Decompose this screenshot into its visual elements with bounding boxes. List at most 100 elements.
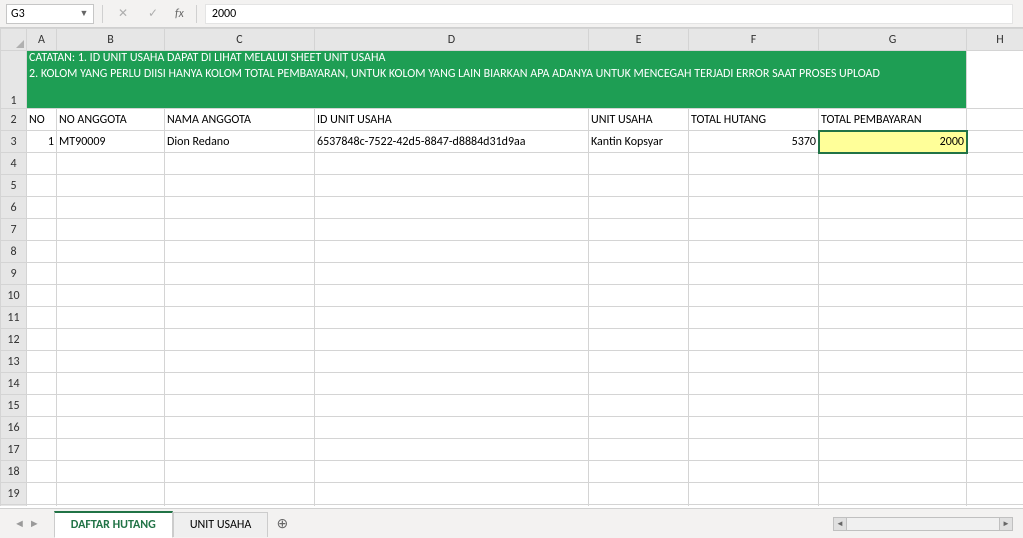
cell-id-unit-usaha[interactable]: 6537848c-7522-42d5-8847-d8884d31d9aa [315, 131, 589, 153]
cell[interactable] [165, 483, 315, 505]
cell[interactable] [589, 263, 689, 285]
cell[interactable] [165, 307, 315, 329]
row-header-13[interactable]: 13 [1, 351, 27, 373]
cell[interactable] [967, 263, 1023, 285]
col-header-E[interactable]: E [589, 29, 689, 51]
cell[interactable] [27, 285, 57, 307]
cell-no[interactable]: 1 [27, 131, 57, 153]
cell[interactable] [689, 307, 819, 329]
cell[interactable] [967, 197, 1023, 219]
cell[interactable] [57, 285, 165, 307]
cell[interactable] [689, 395, 819, 417]
cell[interactable] [57, 351, 165, 373]
cell[interactable] [589, 219, 689, 241]
row-header-8[interactable]: 8 [1, 241, 27, 263]
cell[interactable] [315, 175, 589, 197]
cell-header-unit-usaha[interactable]: UNIT USAHA [589, 109, 689, 131]
cell[interactable] [819, 505, 967, 507]
add-sheet-icon[interactable]: ⊕ [268, 515, 296, 532]
cell[interactable] [589, 241, 689, 263]
row-header-12[interactable]: 12 [1, 329, 27, 351]
scroll-left-icon[interactable]: ◄ [833, 517, 847, 531]
cell[interactable] [819, 153, 967, 175]
cell-header-nama-anggota[interactable]: NAMA ANGGOTA [165, 109, 315, 131]
cell[interactable] [27, 329, 57, 351]
cell[interactable] [315, 461, 589, 483]
cell[interactable] [819, 241, 967, 263]
cell[interactable] [819, 329, 967, 351]
cell-nama-anggota[interactable]: Dion Redano [165, 131, 315, 153]
fx-icon[interactable]: fx [171, 7, 188, 21]
row-header-7[interactable]: 7 [1, 219, 27, 241]
cell[interactable] [27, 153, 57, 175]
cell[interactable] [165, 439, 315, 461]
cell[interactable] [689, 329, 819, 351]
cell[interactable] [57, 263, 165, 285]
cell[interactable] [689, 373, 819, 395]
cell[interactable] [689, 461, 819, 483]
cell[interactable] [589, 483, 689, 505]
cell[interactable] [165, 373, 315, 395]
cell-total-hutang[interactable]: 5370 [689, 131, 819, 153]
cell[interactable] [689, 417, 819, 439]
cell[interactable] [819, 461, 967, 483]
cell[interactable] [589, 439, 689, 461]
cell[interactable] [315, 505, 589, 507]
cell[interactable] [27, 241, 57, 263]
cell[interactable] [27, 505, 57, 507]
cell[interactable] [689, 505, 819, 507]
cell[interactable] [315, 395, 589, 417]
cell[interactable] [27, 461, 57, 483]
row-header-18[interactable]: 18 [1, 461, 27, 483]
enter-icon[interactable]: ✓ [141, 4, 165, 24]
cell[interactable] [967, 505, 1023, 507]
cell[interactable] [819, 439, 967, 461]
row-header-14[interactable]: 14 [1, 373, 27, 395]
cell[interactable] [315, 263, 589, 285]
cell[interactable] [165, 263, 315, 285]
cell[interactable] [967, 109, 1023, 131]
cell-total-pembayaran[interactable]: 2000 [819, 131, 967, 153]
row-header-9[interactable]: 9 [1, 263, 27, 285]
cell[interactable] [819, 285, 967, 307]
cell[interactable] [589, 373, 689, 395]
cell[interactable] [165, 219, 315, 241]
cell[interactable] [165, 505, 315, 507]
cell[interactable] [57, 505, 165, 507]
cell[interactable] [819, 175, 967, 197]
sheet-tab-daftar-hutang[interactable]: DAFTAR HUTANG [54, 511, 173, 538]
cell[interactable] [27, 483, 57, 505]
cell[interactable] [819, 417, 967, 439]
cell[interactable] [315, 197, 589, 219]
cell[interactable] [819, 483, 967, 505]
cell[interactable] [315, 373, 589, 395]
cell[interactable] [57, 395, 165, 417]
cell[interactable] [315, 307, 589, 329]
cell[interactable] [57, 307, 165, 329]
cell[interactable] [57, 461, 165, 483]
select-all-corner[interactable] [1, 29, 27, 51]
cell[interactable] [967, 439, 1023, 461]
cell[interactable] [967, 219, 1023, 241]
cell[interactable] [315, 483, 589, 505]
cell[interactable] [315, 285, 589, 307]
row-header-5[interactable]: 5 [1, 175, 27, 197]
cell[interactable] [57, 219, 165, 241]
col-header-F[interactable]: F [689, 29, 819, 51]
cell[interactable] [165, 461, 315, 483]
cell[interactable] [165, 417, 315, 439]
cell[interactable] [589, 461, 689, 483]
cell[interactable] [967, 483, 1023, 505]
cell[interactable] [315, 417, 589, 439]
cell[interactable] [819, 307, 967, 329]
cell[interactable] [27, 263, 57, 285]
cell[interactable] [589, 197, 689, 219]
cell[interactable] [27, 351, 57, 373]
row-header-2[interactable]: 2 [1, 109, 27, 131]
cell[interactable] [967, 307, 1023, 329]
cell-no-anggota[interactable]: MT90009 [57, 131, 165, 153]
cell[interactable] [689, 241, 819, 263]
cell[interactable] [689, 197, 819, 219]
col-header-G[interactable]: G [819, 29, 967, 51]
cell-header-total-hutang[interactable]: TOTAL HUTANG [689, 109, 819, 131]
